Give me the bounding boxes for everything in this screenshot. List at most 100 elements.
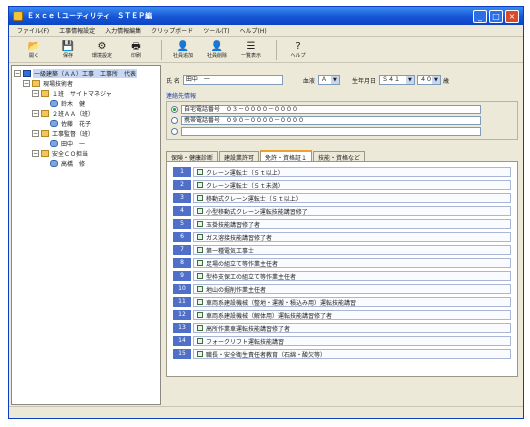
qualification-cell[interactable]: 移動式クレーン運転士（５ｔ以上） [193, 193, 511, 203]
list-item[interactable]: 2 クレーン運転士（５ｔ未満） [173, 179, 511, 191]
tree-node[interactable]: − 現場技術者 [14, 78, 158, 88]
qualification-cell[interactable]: クレーン運転士（５ｔ以上） [193, 167, 511, 177]
contact-option[interactable]: 自宅電話番号 ０３－００００－００００ [171, 104, 513, 115]
contact-field[interactable] [181, 127, 481, 136]
menu-file[interactable]: ファイル(F) [12, 26, 54, 35]
qualification-cell[interactable]: 高所作業車運転技能講習修了者 [193, 323, 511, 333]
list-item[interactable]: 4 小型移動式クレーン運転技能講習修了 [173, 205, 511, 217]
close-button[interactable]: × [505, 9, 519, 23]
tree-expand-icon[interactable]: − [23, 79, 30, 87]
qualification-cell[interactable]: 型枠支保工の組立て等作業主任者 [193, 271, 511, 281]
birth-select[interactable]: Ｓ４１ ▼ [378, 75, 415, 85]
list-item[interactable]: 11 車両系建設機械（整地・運搬・積込み用）運転技能講習 [173, 296, 511, 308]
menu-tools[interactable]: ツール(T) [198, 26, 234, 35]
checkbox[interactable] [197, 221, 203, 227]
tree-node[interactable]: 鈴木 健 [14, 98, 158, 108]
tree-node[interactable]: − １班 サイトマネジャ [14, 88, 158, 98]
list-view-button[interactable]: ☰ 一覧表示 [236, 38, 266, 62]
list-item[interactable]: 3 移動式クレーン運転士（５ｔ以上） [173, 192, 511, 204]
tree-node[interactable]: 田中 一 [14, 138, 158, 148]
tree-expand-icon[interactable]: − [14, 69, 21, 77]
qualification-cell[interactable]: クレーン運転士（５ｔ未満） [193, 180, 511, 190]
list-item[interactable]: 1 クレーン運転士（５ｔ以上） [173, 166, 511, 178]
qualification-cell[interactable]: 玉掛技能講習修了者 [193, 219, 511, 229]
checkbox[interactable] [197, 351, 203, 357]
qualification-cell[interactable]: 車両系建設機械（整地・運搬・積込み用）運転技能講習 [193, 297, 511, 307]
tree-node[interactable]: − 安全ＣＯ担当 [14, 148, 158, 158]
list-item[interactable]: 8 足場の組立て等作業主任者 [173, 257, 511, 269]
list-item[interactable]: 13 高所作業車運転技能講習修了者 [173, 322, 511, 334]
remove-person-button[interactable]: 👤 社員削除 [202, 38, 232, 62]
checkbox[interactable] [197, 312, 203, 318]
checkbox[interactable] [197, 169, 203, 175]
checkbox[interactable] [197, 234, 203, 240]
folder-icon [41, 109, 49, 117]
person-icon [50, 159, 58, 167]
checkbox[interactable] [197, 195, 203, 201]
organization-tree[interactable]: − 一級建築（ＡＡ）工事 工事所 代表 − 現場技術者 −１班 サイトマネジャ 鈴木 健 −… [11, 65, 161, 405]
qualification-cell[interactable]: ガス溶接技能講習修了者 [193, 232, 511, 242]
add-person-button[interactable]: 👤 社員追加 [168, 38, 198, 62]
settings-button[interactable]: ⚙ 環境設定 [87, 38, 117, 62]
radio-button[interactable] [171, 117, 178, 124]
contact-option[interactable]: 携帯電話番号 ０９０－００００－００００ [171, 115, 513, 126]
tree-node[interactable]: − 工事監督（班） [14, 128, 158, 138]
save-button[interactable]: 💾 保存 [53, 38, 83, 62]
menu-help[interactable]: ヘルプ(H) [235, 26, 272, 35]
menu-project-settings[interactable]: 工事情報設定 [54, 26, 100, 35]
tab-4[interactable]: 技能・資格など [313, 151, 366, 162]
menu-input-edit[interactable]: 入力情報編集 [100, 26, 146, 35]
blood-select[interactable]: Ａ ▼ [317, 75, 340, 85]
contact-option[interactable] [171, 126, 513, 137]
checkbox[interactable] [197, 338, 203, 344]
checkbox[interactable] [197, 182, 203, 188]
checkbox[interactable] [197, 286, 203, 292]
age-select[interactable]: ４０ ▼ [416, 75, 441, 85]
list-item[interactable]: 6 ガス溶接技能講習修了者 [173, 231, 511, 243]
list-item[interactable]: 9 型枠支保工の組立て等作業主任者 [173, 270, 511, 282]
checkbox[interactable] [197, 260, 203, 266]
blood-label: 血液 [302, 77, 315, 85]
tree-node[interactable]: − ２班ＡＡ（班） [14, 108, 158, 118]
checkbox[interactable] [197, 208, 203, 214]
menu-clipboard[interactable]: クリップボード [146, 26, 198, 35]
list-item[interactable]: 15 職長・安全衛生責任者教育（石綿・酸欠等） [173, 348, 511, 360]
tree-node[interactable]: 高橋 修 [14, 158, 158, 168]
checkbox[interactable] [197, 273, 203, 279]
minimize-button[interactable]: _ [473, 9, 487, 23]
print-button[interactable]: 🖶 印刷 [121, 38, 151, 62]
checkbox[interactable] [197, 247, 203, 253]
tab-1[interactable]: 保険・健康診断 [166, 151, 219, 162]
maximize-button[interactable]: □ [489, 9, 503, 23]
help-button[interactable]: ? ヘルプ [283, 38, 313, 62]
qualification-cell[interactable]: フォークリフト運転技能講習 [193, 336, 511, 346]
radio-button[interactable] [171, 128, 178, 135]
qualification-cell[interactable]: 地山の掘削作業主任者 [193, 284, 511, 294]
tree-expand-icon[interactable]: − [32, 129, 39, 137]
open-button[interactable]: 📂 開く [19, 38, 49, 62]
list-item[interactable]: 14 フォークリフト運転技能講習 [173, 335, 511, 347]
title-bar[interactable]: Ｅｘｃｅｌユーティリティ ＳＴＥＰ編 _ □ × [9, 7, 523, 25]
qualification-cell[interactable]: 足場の組立て等作業主任者 [193, 258, 511, 268]
tree-node[interactable]: − 一級建築（ＡＡ）工事 工事所 代表 [14, 68, 158, 78]
tree-expand-icon[interactable]: − [32, 109, 39, 117]
checkbox[interactable] [197, 299, 203, 305]
tree-node[interactable]: 佐藤 花子 [14, 118, 158, 128]
qualification-cell[interactable]: 車両系建設機械（解体用）運転技能講習修了者 [193, 310, 511, 320]
tab-2[interactable]: 建設業許可 [219, 151, 260, 162]
list-item[interactable]: 10 地山の掘削作業主任者 [173, 283, 511, 295]
contact-field[interactable]: 自宅電話番号 ０３－００００－００００ [181, 105, 481, 114]
checkbox[interactable] [197, 325, 203, 331]
name-input[interactable]: 田中 一 [182, 75, 283, 85]
tree-expand-icon[interactable]: − [32, 149, 39, 157]
qualification-cell[interactable]: 小型移動式クレーン運転技能講習修了 [193, 206, 511, 216]
radio-button[interactable] [171, 106, 178, 113]
contact-field[interactable]: 携帯電話番号 ０９０－００００－００００ [181, 116, 481, 125]
list-item[interactable]: 5 玉掛技能講習修了者 [173, 218, 511, 230]
qualification-cell[interactable]: 職長・安全衛生責任者教育（石綿・酸欠等） [193, 349, 511, 359]
tree-expand-icon[interactable]: − [32, 89, 39, 97]
list-item[interactable]: 7 第一種電気工事士 [173, 244, 511, 256]
list-item[interactable]: 12 車両系建設機械（解体用）運転技能講習修了者 [173, 309, 511, 321]
tab-3[interactable]: 免許・資格証１ [260, 150, 313, 162]
qualification-cell[interactable]: 第一種電気工事士 [193, 245, 511, 255]
